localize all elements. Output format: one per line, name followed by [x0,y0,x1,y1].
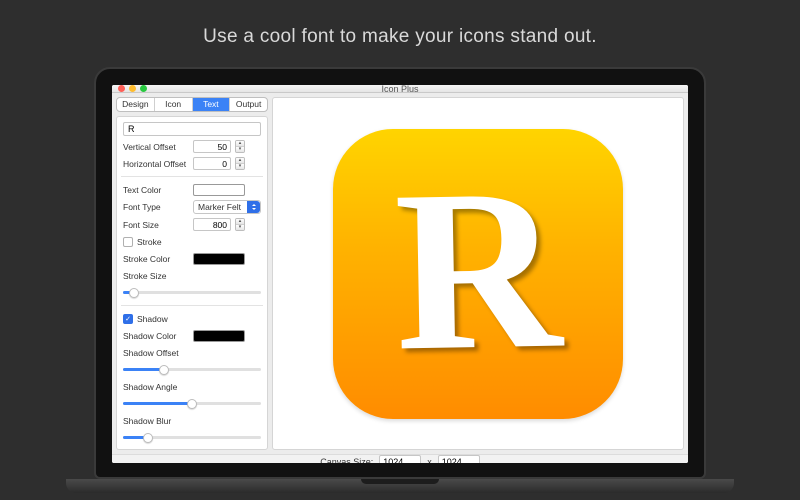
shadow-label: Shadow [137,314,168,324]
footer: Canvas Size: x [112,454,688,463]
tab-text[interactable]: Text [193,98,231,111]
vertical-offset-label: Vertical Offset [123,142,189,152]
icon-letter: R [393,153,563,386]
font-size-input[interactable] [193,218,231,231]
vertical-offset-input[interactable] [193,140,231,153]
shadow-color-swatch[interactable] [193,330,245,342]
stroke-checkbox[interactable] [123,237,133,247]
vertical-offset-stepper[interactable]: ▴▾ [235,140,245,153]
font-type-value: Marker Felt [198,202,241,212]
stroke-size-slider[interactable] [123,287,261,299]
font-size-stepper[interactable]: ▴▾ [235,218,245,231]
letter-input[interactable] [123,122,261,136]
stroke-color-label: Stroke Color [123,254,189,264]
canvas-preview: R [272,97,684,450]
canvas-size-label: Canvas Size: [320,457,373,463]
text-panel: Vertical Offset ▴▾ Horizontal Offset ▴▾ … [116,116,268,450]
stroke-color-swatch[interactable] [193,253,245,265]
horizontal-offset-stepper[interactable]: ▴▾ [235,157,245,170]
font-type-select[interactable]: Marker Felt [193,200,261,214]
shadow-blur-label: Shadow Blur [123,416,189,426]
sidebar: Design Icon Text Output Vertical Offset … [116,97,268,450]
titlebar: Icon Plus [112,85,688,93]
icon-preview: R [333,129,623,419]
shadow-blur-slider[interactable] [123,432,261,444]
tab-icon[interactable]: Icon [155,98,193,111]
shadow-offset-slider[interactable] [123,364,261,376]
text-color-swatch[interactable] [193,184,245,196]
chevron-updown-icon [247,201,260,213]
laptop-base [66,479,734,493]
shadow-color-label: Shadow Color [123,331,189,341]
window-title: Icon Plus [112,85,688,94]
shadow-angle-label: Shadow Angle [123,382,189,392]
font-type-label: Font Type [123,202,189,212]
shadow-checkbox[interactable]: ✓ [123,314,133,324]
stroke-size-label: Stroke Size [123,271,189,281]
font-size-label: Font Size [123,220,189,230]
horizontal-offset-label: Horizontal Offset [123,159,189,169]
shadow-angle-slider[interactable] [123,398,261,410]
stroke-label: Stroke [137,237,162,247]
panel-tabs: Design Icon Text Output [116,97,268,112]
canvas-height-input[interactable] [438,455,480,463]
marketing-tagline: Use a cool font to make your icons stand… [0,0,800,48]
canvas-width-input[interactable] [379,455,421,463]
app-window: Icon Plus Design Icon Text Output Vertic… [112,85,688,463]
text-color-label: Text Color [123,185,189,195]
horizontal-offset-input[interactable] [193,157,231,170]
tab-design[interactable]: Design [117,98,155,111]
laptop-mockup: Icon Plus Design Icon Text Output Vertic… [94,67,706,493]
tab-output[interactable]: Output [230,98,267,111]
shadow-offset-label: Shadow Offset [123,348,189,358]
canvas-size-sep: x [427,457,432,463]
